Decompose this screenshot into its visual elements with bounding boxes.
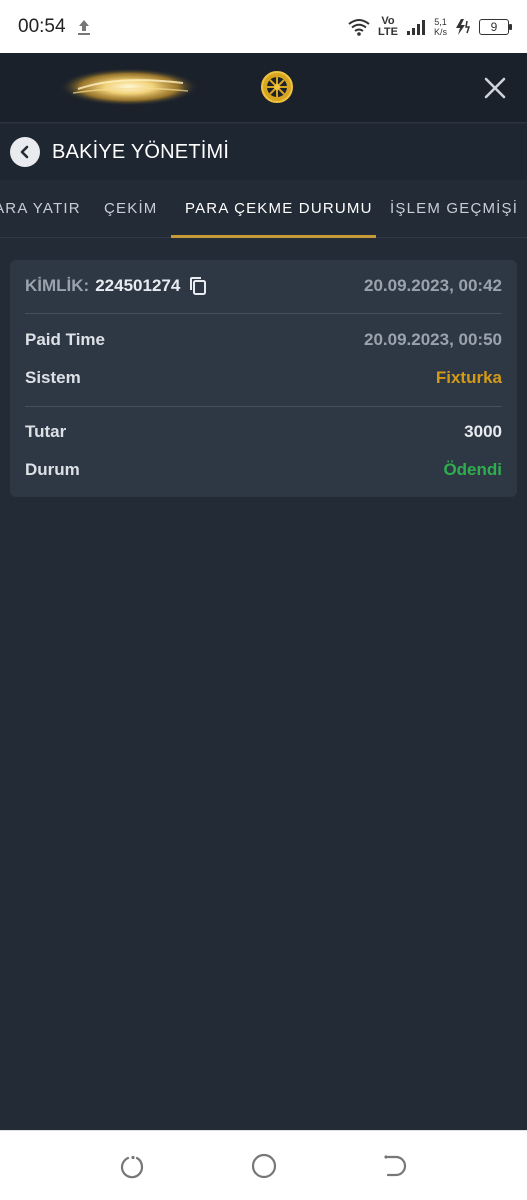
status-bar: 00:54 Vo LTE 5,1 K/s 9 <box>0 0 527 53</box>
amount-label: Tutar <box>25 422 67 441</box>
system-nav-bar <box>0 1130 527 1200</box>
net-speed-value: 5,1 <box>434 16 447 27</box>
battery-icon: 9 <box>479 18 512 35</box>
wifi-icon <box>348 18 370 36</box>
copy-icon[interactable] <box>189 276 207 296</box>
chevron-left-icon <box>20 145 29 159</box>
lte-text: LTE <box>378 25 398 38</box>
withdrawal-id-row: KİMLİK: 224501274 20.09.2023, 00:42 <box>25 274 502 298</box>
volte-indicator: Vo LTE <box>378 14 398 38</box>
divider <box>25 406 502 407</box>
back-nav-icon[interactable] <box>380 1151 410 1181</box>
upload-icon <box>77 19 90 35</box>
withdrawal-card: KİMLİK: 224501274 20.09.2023, 00:42 Paid… <box>10 260 517 497</box>
net-speed-unit: K/s <box>433 26 447 37</box>
id-label: KİMLİK: <box>25 276 90 295</box>
golden-glow-logo <box>59 68 199 106</box>
tab-deposit[interactable]: PARA YATIR <box>0 180 81 238</box>
close-icon[interactable] <box>481 74 509 102</box>
page-title: BAKİYE YÖNETİMİ <box>52 140 230 163</box>
amount-value: 3000 <box>464 422 502 441</box>
id-value: 224501274 <box>95 276 181 295</box>
paid-time-value: 20.09.2023, 00:50 <box>363 330 502 349</box>
status-row: Durum Ödendi <box>25 458 502 482</box>
net-speed: 5,1 K/s <box>434 17 447 37</box>
system-label: Sistem <box>25 368 81 387</box>
app-header <box>0 53 527 123</box>
divider <box>25 313 502 314</box>
tab-withdrawal-status[interactable]: PARA ÇEKME DURUMU <box>185 180 373 238</box>
paid-time-label: Paid Time <box>25 330 105 349</box>
status-label: Durum <box>25 460 80 479</box>
volte-text: Vo <box>381 14 395 27</box>
amount-row: Tutar 3000 <box>25 420 502 444</box>
paid-time-row: Paid Time 20.09.2023, 00:50 <box>25 328 502 352</box>
created-at: 20.09.2023, 00:42 <box>363 276 502 295</box>
charging-icon <box>456 18 471 35</box>
tab-bar: PARA YATIR ÇEKİM PARA ÇEKME DURUMU İŞLEM… <box>0 180 527 238</box>
status-time: 00:54 <box>18 15 66 37</box>
back-button[interactable] <box>10 137 40 167</box>
status-badge: Ödendi <box>443 460 502 479</box>
system-row: Sistem Fixturka <box>25 366 502 390</box>
title-bar: BAKİYE YÖNETİMİ <box>0 124 527 180</box>
tab-withdraw[interactable]: ÇEKİM <box>104 180 158 238</box>
system-value: Fixturka <box>435 368 502 387</box>
active-tab-indicator <box>171 235 376 238</box>
tab-transaction-history[interactable]: İŞLEM GEÇMİŞİ <box>390 180 518 238</box>
wheel-icon[interactable] <box>260 70 294 104</box>
status-indicators: Vo LTE 5,1 K/s 9 <box>348 14 512 38</box>
recent-apps-icon[interactable] <box>117 1151 147 1181</box>
home-icon[interactable] <box>249 1151 279 1181</box>
battery-level: 9 <box>490 19 498 34</box>
signal-icon <box>406 19 425 35</box>
withdrawal-id: KİMLİK: 224501274 <box>25 276 207 296</box>
